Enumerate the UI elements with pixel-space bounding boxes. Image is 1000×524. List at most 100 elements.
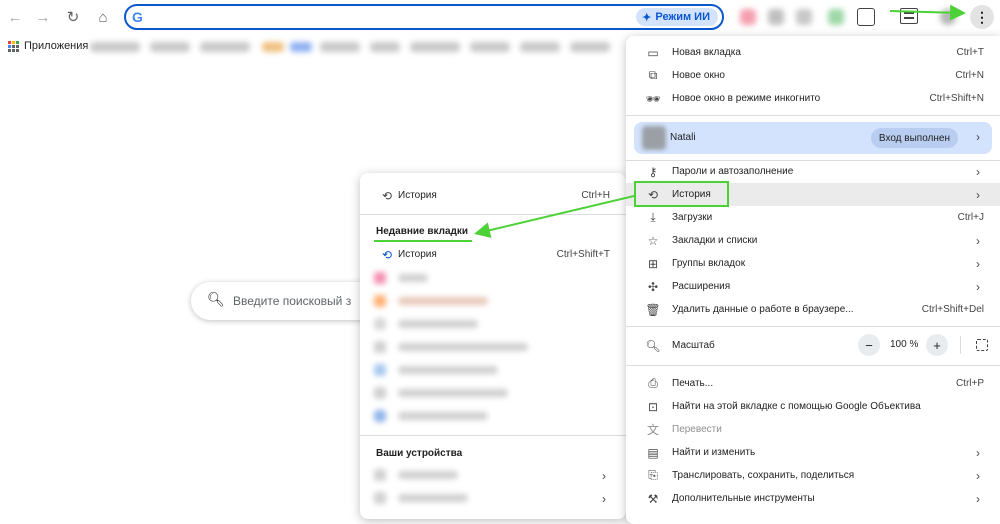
menu-item-google-lens[interactable]: ⊡ Найти на этой вкладке с помощью Google… (626, 395, 1000, 418)
device-item[interactable]: › (360, 487, 626, 510)
menu-item-more-tools[interactable]: ⚒ Дополнительные инструменты › (626, 487, 1000, 510)
chevron-right-icon: › (976, 279, 980, 294)
star-icon: ☆ (647, 233, 659, 248)
download-icon: ⤓ (650, 210, 656, 224)
sign-in-status-badge: Вход выполнен (870, 128, 958, 148)
zoom-row: 🔍︎ Масштаб − 100 % + (626, 334, 1000, 358)
lens-icon: ⊡ (647, 399, 659, 414)
chevron-right-icon: › (976, 491, 980, 506)
menu-item-new-tab[interactable]: ▭ Новая вкладка Ctrl+T (626, 41, 1000, 64)
chevron-right-icon: › (976, 164, 980, 179)
puzzle-icon[interactable] (857, 8, 875, 26)
ai-search-icon: ✦ (642, 11, 652, 24)
back-button[interactable]: ← (4, 6, 26, 28)
menu-item-find-edit[interactable]: ▤ Найти и изменить › (626, 441, 1000, 464)
bookmark-item[interactable] (410, 42, 460, 52)
chevron-right-icon: › (976, 130, 980, 144)
tab-groups-icon: ⊞ (647, 256, 659, 271)
menu-item-extensions[interactable]: ✣ Расширения › (626, 275, 1000, 298)
kebab-menu-icon: ⋮ (975, 8, 989, 25)
avatar (642, 126, 666, 150)
bookmark-item[interactable] (262, 42, 284, 52)
chevron-right-icon: › (602, 468, 606, 483)
chevron-right-icon: › (976, 187, 980, 202)
arrow-right-icon: → (35, 8, 51, 26)
submenu-recent-history-item[interactable]: ⟲ История Ctrl+Shift+T (360, 243, 626, 266)
address-bar[interactable]: G ✦ Режим ИИ (124, 4, 724, 30)
menu-item-new-window[interactable]: ⧉ Новое окно Ctrl+N (626, 64, 1000, 87)
forward-button[interactable]: → (32, 6, 54, 28)
zoom-out-button[interactable]: − (858, 334, 880, 356)
home-icon: ⌂ (98, 8, 108, 26)
cast-icon: ⎘ (648, 468, 658, 482)
ai-mode-button[interactable]: ✦ Режим ИИ (636, 8, 718, 26)
profile-row[interactable]: Natali Вход выполнен › (634, 122, 992, 154)
kebab-menu-button[interactable]: ⋮ (970, 5, 994, 29)
profile-name: Natali (670, 132, 696, 143)
new-window-icon: ⧉ (648, 68, 658, 82)
new-tab-icon: ▭ (647, 45, 659, 60)
history-icon: ⟲ (381, 188, 393, 203)
menu-item-translate: 文 Перевести (646, 423, 722, 437)
toolbox-icon: ⚒ (647, 491, 659, 506)
divider (360, 214, 626, 215)
menu-item-passwords[interactable]: ⚷ Пароли и автозаполнение › (626, 160, 1000, 183)
browser-toolbar: ← → ↻ ⌂ G ✦ Режим ИИ ⋮ (0, 0, 1000, 34)
key-icon: ⚷ (648, 164, 658, 179)
zoom-icon: 🔍︎ (645, 338, 661, 353)
menu-item-bookmarks[interactable]: ☆ Закладки и списки › (626, 229, 1000, 252)
menu-item-tab-groups[interactable]: ⊞ Группы вкладок › (626, 252, 1000, 275)
extension-icon[interactable] (740, 9, 756, 25)
search-placeholder: Введите поисковый з (233, 294, 352, 308)
bookmark-item[interactable] (470, 42, 510, 52)
chevron-right-icon: › (976, 256, 980, 271)
apps-grid-icon (8, 41, 19, 52)
chevron-right-icon: › (976, 468, 980, 483)
home-button[interactable]: ⌂ (92, 6, 114, 28)
reload-icon: ↻ (66, 9, 80, 26)
your-devices-title: Ваши устройства (376, 448, 463, 459)
bookmark-item[interactable] (90, 42, 140, 52)
divider (360, 435, 626, 436)
recent-tabs-title: Недавние вкладки (376, 226, 469, 237)
device-item[interactable]: › (360, 464, 626, 487)
search-icon: 🔍︎ (207, 291, 225, 307)
chevron-right-icon: › (976, 445, 980, 460)
reading-list-icon[interactable] (900, 8, 918, 24)
bookmark-item[interactable] (290, 42, 312, 52)
divider (626, 115, 1000, 116)
zoom-in-button[interactable]: + (926, 334, 948, 356)
chevron-right-icon: › (602, 491, 606, 506)
bookmark-item[interactable] (200, 42, 250, 52)
menu-item-cast-save-share[interactable]: ⎘ Транслировать, сохранить, поделиться › (626, 464, 1000, 487)
submenu-history-item[interactable]: ⟲ История Ctrl+H (360, 184, 626, 207)
puzzle-icon: ✣ (647, 279, 659, 294)
print-icon: ⎙ (648, 376, 658, 390)
menu-item-downloads[interactable]: ⤓ Загрузки Ctrl+J (626, 206, 1000, 229)
arrow-left-icon: ← (7, 8, 23, 26)
reload-button[interactable]: ↻ (62, 6, 84, 28)
bookmark-item[interactable] (520, 42, 560, 52)
extension-icon[interactable] (828, 9, 844, 25)
extension-icon[interactable] (796, 9, 812, 25)
menu-item-incognito[interactable]: 🕶︎ Новое окно в режиме инкогнито Ctrl+Sh… (626, 87, 1000, 110)
avatar[interactable] (940, 9, 956, 25)
incognito-icon: 🕶︎ (645, 91, 661, 106)
recent-tabs-underline (374, 240, 472, 242)
menu-item-print[interactable]: ⎙ Печать... Ctrl+P (626, 372, 1000, 395)
fullscreen-icon[interactable] (976, 339, 988, 351)
bookmark-item[interactable] (570, 42, 610, 52)
extension-icon[interactable] (768, 9, 784, 25)
ai-mode-label: Режим ИИ (655, 11, 710, 23)
bookmark-item[interactable] (320, 42, 360, 52)
bookmark-item[interactable] (370, 42, 400, 52)
bookmark-item[interactable] (150, 42, 190, 52)
chevron-right-icon: › (976, 233, 980, 248)
history-submenu: ⟲ История Ctrl+H Недавние вкладки ⟲ Исто… (360, 173, 626, 519)
apps-shortcut[interactable]: Приложения (24, 40, 88, 52)
history-highlight-box (634, 181, 729, 207)
chrome-main-menu: ▭ Новая вкладка Ctrl+T ⧉ Новое окно Ctrl… (626, 36, 1000, 524)
history-icon: ⟲ (381, 247, 393, 262)
divider (960, 336, 961, 354)
menu-item-clear-data[interactable]: 🗑︎ Удалить данные о работе в браузере...… (626, 298, 1000, 321)
